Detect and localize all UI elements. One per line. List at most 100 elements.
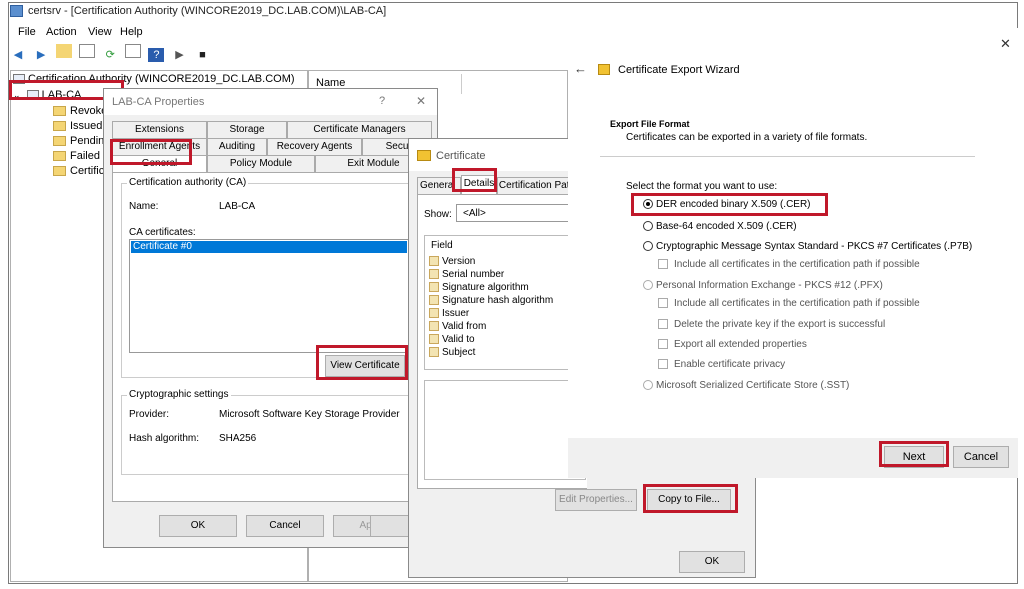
option-base64-label: Base-64 encoded X.509 (.CER) — [656, 221, 797, 232]
checkbox-icon — [658, 359, 668, 370]
list-item[interactable]: Signature algorithm — [429, 282, 529, 293]
list-item[interactable]: Valid to — [429, 334, 475, 345]
ca-properties-title: LAB-CA Properties — [112, 96, 205, 108]
list-item[interactable]: Serial number — [429, 269, 504, 280]
list-item[interactable]: Signature hash algorithm — [429, 295, 553, 306]
export-format-heading: Export File Format — [610, 119, 690, 129]
export-wizard: ← Certificate Export Wizard ✕ Export Fil… — [568, 28, 1018, 478]
checkbox-icon — [658, 339, 668, 350]
refresh-icon[interactable]: ⟳ — [102, 48, 118, 62]
name-value: LAB-CA — [219, 201, 256, 212]
list-item[interactable]: Valid from — [429, 321, 486, 332]
tab-recovery-agents[interactable]: Recovery Agents — [267, 138, 362, 155]
provider-value: Microsoft Software Key Storage Provider — [219, 409, 400, 420]
highlight-next-button — [879, 441, 949, 467]
crypto-group-legend: Cryptographic settings — [127, 389, 231, 400]
tab-certificate-managers[interactable]: Certificate Managers — [287, 121, 432, 138]
highlight-copy-to-file — [643, 484, 738, 513]
field-icon — [429, 282, 439, 293]
export-list-icon[interactable] — [125, 44, 142, 58]
stop-service-icon[interactable]: ■ — [195, 48, 211, 62]
field-icon — [429, 347, 439, 358]
ca-group-legend: Certification authority (CA) — [127, 177, 249, 188]
show-dropdown[interactable]: <All> — [456, 204, 586, 222]
menu-file[interactable]: File — [18, 26, 36, 38]
wizard-cancel-button[interactable]: Cancel — [953, 446, 1009, 468]
menu-action[interactable]: Action — [46, 26, 77, 38]
option-sst-label: Microsoft Serialized Certificate Store (… — [656, 380, 850, 391]
tab-auditing[interactable]: Auditing — [207, 138, 267, 155]
tree-item-templates[interactable]: Certific — [53, 165, 104, 177]
back-arrow-icon[interactable]: ← — [574, 61, 587, 76]
option-base64[interactable]: Base-64 encoded X.509 (.CER) — [643, 221, 797, 232]
show-label: Show: — [424, 209, 452, 220]
mmc-titlebar: certsrv - [Certification Authority (WINC… — [8, 2, 568, 22]
ca-certificates-list[interactable]: Certificate #0 — [129, 239, 409, 353]
select-format-prompt: Select the format you want to use: — [626, 181, 778, 192]
tree-item-pending[interactable]: Pendin — [53, 135, 104, 147]
p7b-include-label: Include all certificates in the certific… — [674, 259, 920, 270]
start-service-icon[interactable]: ▶ — [171, 48, 187, 62]
field-label: Signature hash algorithm — [442, 295, 554, 306]
field-column-header[interactable]: Field — [431, 240, 453, 251]
tab-policy-module[interactable]: Policy Module — [207, 155, 315, 172]
edit-properties-button: Edit Properties... — [555, 489, 637, 511]
console-tree-icon[interactable] — [79, 44, 96, 58]
show-dropdown-value: <All> — [463, 208, 486, 219]
certificate-title: Certificate — [436, 150, 486, 162]
pfx-check-label: Include all certificates in the certific… — [674, 298, 920, 309]
tree-item-label: Revoke — [70, 105, 108, 117]
close-icon[interactable]: ✕ — [416, 94, 426, 108]
ok-button[interactable]: OK — [159, 515, 237, 537]
up-folder-icon[interactable] — [56, 44, 73, 58]
help-icon[interactable]: ? — [379, 95, 385, 107]
field-label: Valid to — [442, 334, 475, 345]
wizard-footer — [568, 438, 1018, 478]
tab-storage[interactable]: Storage — [207, 121, 287, 138]
field-label: Subject — [442, 347, 476, 358]
cert-ok-button[interactable]: OK — [679, 551, 745, 573]
close-icon[interactable]: ✕ — [1000, 36, 1011, 52]
tree-item-revoked[interactable]: Revoke — [53, 105, 107, 117]
option-pfx: Personal Information Exchange - PKCS #12… — [643, 280, 883, 291]
field-label: Signature algorithm — [442, 282, 529, 293]
menu-view[interactable]: View — [88, 26, 112, 38]
list-item[interactable]: Issuer — [429, 308, 469, 319]
certificate-icon — [417, 150, 431, 161]
field-value-box[interactable] — [424, 380, 586, 480]
folder-icon — [53, 121, 66, 132]
radio-icon — [643, 280, 653, 291]
list-item[interactable]: Certificate #0 — [131, 241, 407, 253]
header-divider — [600, 156, 975, 157]
radio-icon — [643, 241, 653, 252]
option-p7b[interactable]: Cryptographic Message Syntax Standard - … — [643, 241, 972, 252]
tree-item-label: Certific — [70, 165, 105, 177]
list-item[interactable]: Subject — [429, 347, 475, 358]
details-tab-panel: Show: <All> Field Version Serial number … — [417, 194, 587, 489]
ca-properties-titlebar: LAB-CA Properties ? ✕ — [104, 89, 437, 115]
field-label: Issuer — [442, 308, 470, 319]
back-arrow-icon[interactable]: ◀ — [10, 48, 26, 62]
folder-icon — [53, 106, 66, 117]
tab-extensions[interactable]: Extensions — [112, 121, 207, 138]
pfx-check-label: Export all extended properties — [674, 339, 807, 350]
folder-icon — [53, 151, 66, 162]
cancel-button[interactable]: Cancel — [246, 515, 324, 537]
option-sst: Microsoft Serialized Certificate Store (… — [643, 380, 849, 391]
tab-cert-path[interactable]: Certification Path — [497, 177, 577, 194]
list-item[interactable]: Version — [429, 256, 475, 267]
help-icon[interactable]: ? — [148, 48, 165, 62]
folder-icon — [53, 136, 66, 147]
field-icon — [429, 256, 439, 267]
field-icon — [429, 308, 439, 319]
app-icon — [10, 5, 23, 17]
pfx-check-label: Enable certificate privacy — [674, 359, 786, 370]
menu-help[interactable]: Help — [120, 26, 143, 38]
forward-arrow-icon[interactable]: ▶ — [33, 48, 49, 62]
fields-list[interactable]: Field Version Serial number Signature al… — [424, 235, 586, 370]
toolbar: ◀ ▶ ⟳ ? ▶ ■ — [8, 41, 568, 62]
wizard-icon — [598, 64, 610, 75]
field-label: Serial number — [442, 269, 505, 280]
mmc-title: certsrv - [Certification Authority (WINC… — [28, 5, 387, 17]
hash-algorithm-value: SHA256 — [219, 433, 257, 444]
